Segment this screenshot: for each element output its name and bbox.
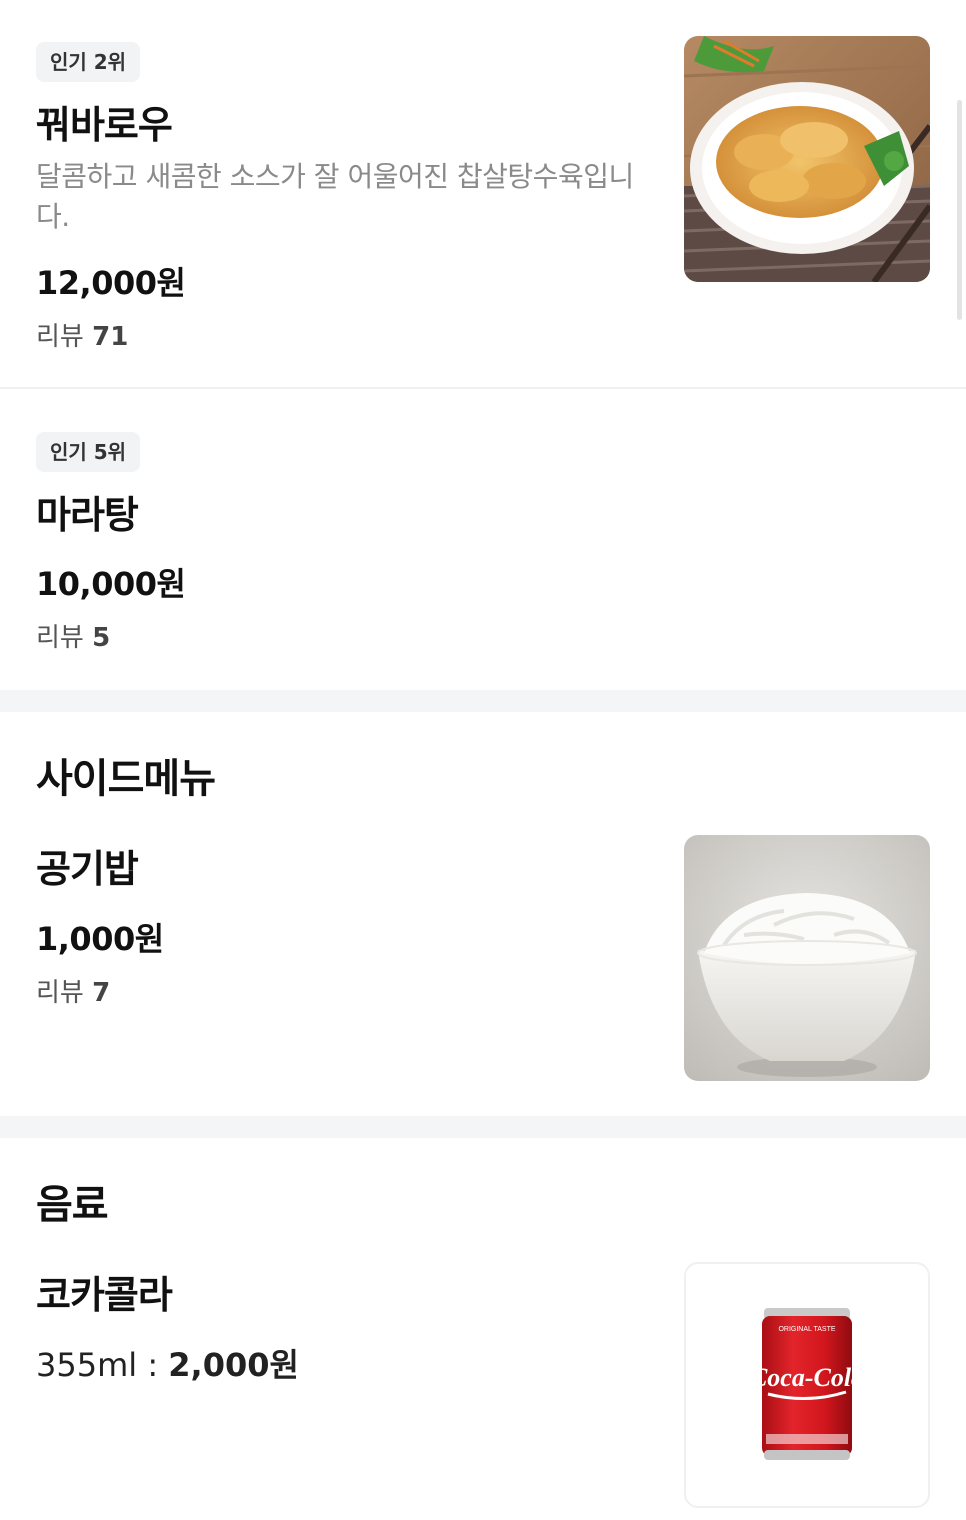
menu-item-price: 2,000원 [168, 1346, 299, 1384]
popularity-badge: 인기 5위 [36, 432, 141, 472]
review-count: 리뷰 71 [36, 316, 128, 353]
menu-item-price: 10,000원 [36, 565, 186, 603]
section-title-side-menu: 사이드메뉴 [36, 756, 216, 802]
can-logo-text: Coca-Cola [750, 1363, 864, 1392]
review-number: 5 [92, 623, 111, 653]
review-number: 71 [92, 322, 129, 352]
review-count: 리뷰 7 [36, 972, 110, 1009]
menu-item-price: 1,000원 [36, 920, 164, 958]
menu-item-name: 공기밥 [36, 847, 139, 891]
menu-item-guobaorou[interactable]: 인기 2위 꿔바로우 달콤하고 새콤한 소스가 잘 어울어진 찹살탕수육입니다.… [0, 0, 966, 388]
menu-item-description: 달콤하고 새콤한 소스가 잘 어울어진 찹살탕수육입니다. [36, 160, 634, 233]
sweet-sour-pork-photo [684, 36, 930, 282]
review-number: 7 [92, 978, 111, 1008]
menu-item-price: 12,000원 [36, 264, 186, 302]
menu-item-coca-cola[interactable]: 코카콜라 355ml : 2,000원 ORIGINAL TASTE Coca-… [0, 1250, 966, 1520]
rice-bowl-photo [684, 835, 930, 1081]
menu-item-name: 코카콜라 [36, 1273, 173, 1317]
can-top-text: ORIGINAL TASTE [778, 1326, 835, 1333]
review-label: 리뷰 [36, 322, 84, 352]
volume-label: 355ml : [36, 1346, 169, 1384]
menu-item-malatang[interactable]: 인기 5위 마라탕 10,000원 리뷰 5 [0, 389, 966, 689]
review-label: 리뷰 [36, 623, 84, 653]
menu-item-rice[interactable]: 공기밥 1,000원 리뷰 7 [0, 820, 966, 1110]
section-title-drinks: 음료 [36, 1182, 109, 1228]
section-separator [0, 1116, 966, 1138]
review-count: 리뷰 5 [36, 617, 110, 654]
section-separator [0, 690, 966, 712]
popularity-badge: 인기 2위 [36, 42, 141, 82]
cola-can-photo: ORIGINAL TASTE Coca-Cola [684, 1262, 930, 1508]
scrollbar[interactable] [957, 100, 962, 320]
review-label: 리뷰 [36, 978, 84, 1008]
menu-item-name: 꿔바로우 [36, 103, 173, 147]
menu-item-name: 마라탕 [36, 493, 139, 537]
menu-item-option-price: 355ml : 2,000원 [36, 1340, 299, 1386]
